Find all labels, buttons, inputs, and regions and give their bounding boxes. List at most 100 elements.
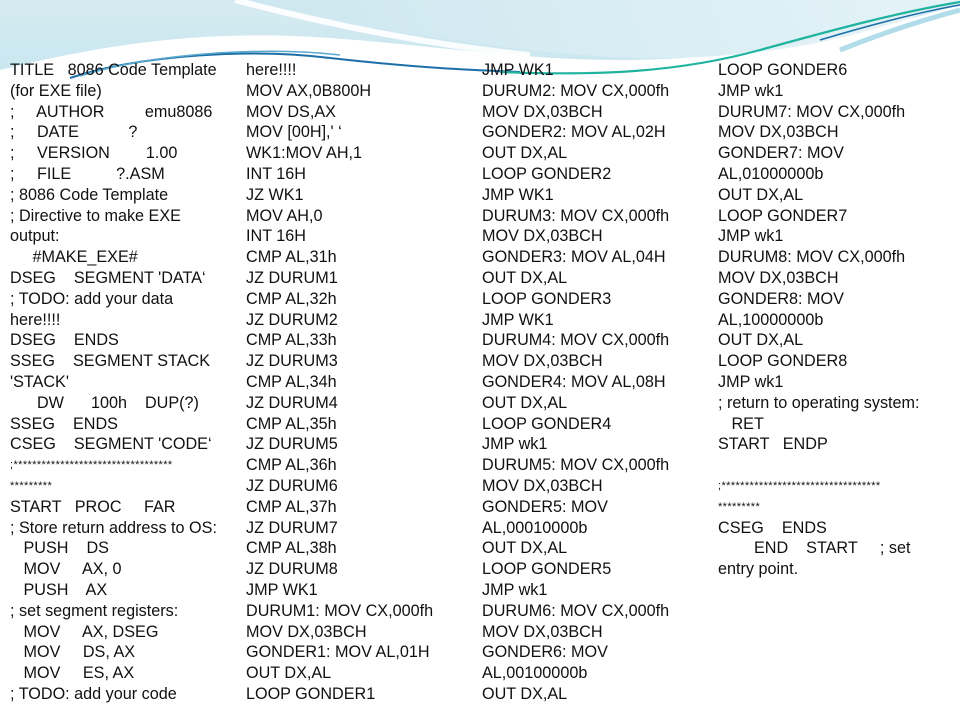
code-line: CMP AL,36h (246, 456, 337, 475)
code-line: CSEG SEGMENT 'CODE‘ (10, 435, 212, 454)
code-line: entry point. (718, 560, 799, 579)
code-line: ; Directive to make EXE (10, 206, 181, 225)
code-line: MOV DX,03BCH (482, 476, 603, 495)
code-line: GONDER5: MOV (482, 497, 608, 516)
code-line: TITLE 8086 Code Template (10, 61, 217, 79)
code-line: JMP wk1 (482, 580, 548, 599)
code-line: ; FILE ?.ASM (10, 164, 165, 183)
code-line: JZ DURUM1 (246, 268, 338, 287)
code-line: JZ DURUM7 (246, 518, 338, 537)
code-line: INT 16H (246, 164, 306, 183)
code-line: LOOP GONDER6 (718, 61, 848, 79)
code-line: MOV DX,03BCH (482, 102, 603, 121)
code-line: JMP wk1 (482, 435, 548, 454)
code-line: CSEG ENDS (718, 518, 827, 537)
code-line: LOOP GONDER5 (482, 560, 612, 579)
code-line: OUT DX,AL (482, 268, 568, 287)
code-line: ;********************************** (718, 479, 881, 492)
code-line: MOV [00H],' ‘ (246, 123, 342, 142)
code-line: ; DATE ? (10, 123, 138, 142)
code-line: ; 8086 Code Template (10, 185, 169, 204)
code-line: MOV ES, AX (10, 664, 135, 683)
code-line: DURUM3: MOV CX,000fh (482, 206, 670, 225)
code-line: MOV DX,03BCH (482, 622, 603, 641)
code-line: CMP AL,33h (246, 331, 337, 350)
code-line: #MAKE_EXE# (10, 248, 138, 267)
code-column-4: LOOP GONDER6 JMP wk1 DURUM7: MOV CX,000fh M… (718, 60, 958, 580)
code-line: DSEG ENDS (10, 331, 119, 350)
code-line: MOV DX,03BCH (482, 352, 603, 371)
code-line: MOV DS, AX (10, 643, 136, 662)
code-line: ********* (718, 500, 761, 513)
code-line: PUSH AX (10, 580, 108, 599)
code-line: OUT DX,AL (246, 664, 332, 683)
code-line: JZ DURUM3 (246, 352, 338, 371)
code-line: START PROC FAR (10, 497, 176, 516)
code-line: output: (10, 227, 60, 246)
code-line: AL,00100000b (482, 664, 588, 683)
code-line: LOOP GONDER7 (718, 206, 848, 225)
code-line: here!!!! (246, 61, 297, 79)
code-line: MOV DS,AX (246, 102, 336, 121)
code-line: JMP wk1 (718, 372, 784, 391)
code-line: ; return to operating system: (718, 393, 920, 412)
code-line: END START ; set (718, 539, 911, 558)
code-line: RET (718, 414, 764, 433)
code-line: ; AUTHOR emu8086 (10, 102, 213, 121)
code-line: DSEG SEGMENT 'DATA‘ (10, 268, 206, 287)
code-line: GONDER6: MOV (482, 643, 608, 662)
code-line: ********* (10, 479, 53, 492)
code-line: MOV AH,0 (246, 206, 323, 225)
code-line: LOOP GONDER1 (246, 684, 376, 703)
code-line: DURUM7: MOV CX,000fh (718, 102, 906, 121)
code-line: JZ DURUM5 (246, 435, 338, 454)
code-line: JZ WK1 (246, 185, 304, 204)
code-line: OUT DX,AL (718, 331, 804, 350)
code-line: DW 100h DUP(?) (10, 393, 199, 412)
code-line: JMP WK1 (482, 61, 554, 79)
code-line: LOOP GONDER4 (482, 414, 612, 433)
code-line: OUT DX,AL (482, 539, 568, 558)
code-line: MOV AX, DSEG (10, 622, 159, 641)
code-line: GONDER7: MOV (718, 144, 844, 163)
code-line: CMP AL,34h (246, 372, 337, 391)
code-line: PUSH DS (10, 539, 109, 558)
code-line: DURUM8: MOV CX,000fh (718, 248, 906, 267)
code-line: CMP AL,31h (246, 248, 337, 267)
code-line: GONDER1: MOV AL,01H (246, 643, 430, 662)
code-line: GONDER3: MOV AL,04H (482, 248, 666, 267)
code-line: JMP WK1 (246, 580, 318, 599)
code-line: CMP AL,38h (246, 539, 337, 558)
code-line: AL,10000000b (718, 310, 824, 329)
code-line: GONDER2: MOV AL,02H (482, 123, 666, 142)
code-line: (for EXE file) (10, 81, 102, 100)
code-line: JMP WK1 (482, 185, 554, 204)
slide: TITLE 8086 Code Template (for EXE file) ; … (0, 0, 960, 720)
code-line: ; Store return address to OS: (10, 518, 217, 537)
code-line: JZ DURUM2 (246, 310, 338, 329)
code-line: ; set segment registers: (10, 601, 179, 620)
code-line: MOV AX, 0 (10, 560, 122, 579)
code-line: MOV DX,03BCH (718, 123, 839, 142)
code-line: ; TODO: add your data (10, 289, 174, 308)
code-line: DURUM1: MOV CX,000fh (246, 601, 434, 620)
code-line: LOOP GONDER8 (718, 352, 848, 371)
code-line: JMP WK1 (482, 310, 554, 329)
code-line: JZ DURUM4 (246, 393, 338, 412)
code-line: START ENDP (718, 435, 828, 454)
code-line: MOV DX,03BCH (718, 268, 839, 287)
code-line: SSEG ENDS (10, 414, 118, 433)
code-line: MOV DX,03BCH (246, 622, 367, 641)
code-line: ; VERSION 1.00 (10, 144, 178, 163)
code-line: JMP wk1 (718, 227, 784, 246)
code-line: MOV AX,0B800H (246, 81, 372, 100)
code-line: here!!!! (10, 310, 61, 329)
code-line: WK1:MOV AH,1 (246, 144, 363, 163)
code-line: OUT DX,AL (482, 684, 568, 703)
code-line: JZ DURUM8 (246, 560, 338, 579)
code-line: AL,01000000b (718, 164, 824, 183)
code-line: DURUM5: MOV CX,000fh (482, 456, 670, 475)
code-line: LOOP GONDER3 (482, 289, 612, 308)
code-line: ; TODO: add your code (10, 684, 177, 703)
